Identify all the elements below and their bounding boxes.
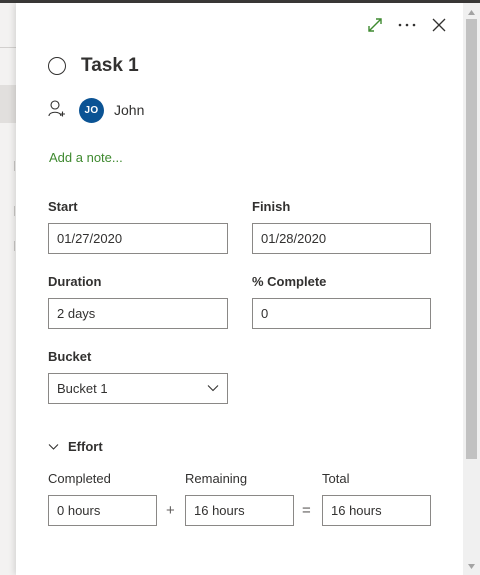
- avatar[interactable]: JO: [79, 98, 104, 123]
- start-date-value: 01/27/2020: [57, 231, 123, 246]
- remaining-hours-value: 16 hours: [194, 503, 245, 518]
- equals-sign: =: [302, 502, 311, 519]
- duration-field[interactable]: 2 days: [48, 298, 228, 329]
- finish-date-field[interactable]: 01/28/2020: [252, 223, 431, 254]
- background-selected-row: [0, 85, 16, 123]
- scroll-up-arrow-icon[interactable]: [463, 5, 480, 19]
- background-tick: [14, 241, 15, 251]
- start-label: Start: [48, 199, 78, 214]
- assignee-name: John: [114, 102, 145, 118]
- circle-check-icon[interactable]: [48, 57, 66, 75]
- task-details-panel: [16, 3, 480, 575]
- close-icon[interactable]: [430, 16, 448, 34]
- background-page: [0, 3, 16, 575]
- remaining-hours-field[interactable]: 16 hours: [185, 495, 294, 526]
- expand-icon[interactable]: [366, 16, 384, 34]
- bucket-label: Bucket: [48, 349, 92, 364]
- total-hours-field[interactable]: 16 hours: [322, 495, 431, 526]
- add-note-link[interactable]: Add a note...: [49, 150, 123, 165]
- background-tick: [14, 161, 15, 171]
- bucket-select[interactable]: Bucket 1: [48, 373, 228, 404]
- duration-label: Duration: [48, 274, 102, 289]
- finish-date-value: 01/28/2020: [261, 231, 327, 246]
- background-tick: [14, 206, 15, 216]
- background-divider: [0, 47, 16, 48]
- bucket-selected-value: Bucket 1: [57, 381, 108, 396]
- total-hours-value: 16 hours: [331, 503, 382, 518]
- more-options-icon[interactable]: [397, 16, 417, 34]
- assign-person-icon[interactable]: [48, 99, 66, 119]
- scrollbar-thumb[interactable]: [466, 19, 477, 459]
- task-title[interactable]: Task 1: [81, 55, 139, 77]
- complete-task-toggle[interactable]: [48, 54, 66, 78]
- chevron-down-icon: [48, 443, 59, 450]
- completed-hours-value: 0 hours: [57, 503, 101, 518]
- remaining-label: Remaining: [185, 471, 248, 486]
- duration-value: 2 days: [57, 306, 96, 321]
- finish-label: Finish: [252, 199, 291, 214]
- percent-complete-label: % Complete: [252, 274, 327, 289]
- percent-complete-field[interactable]: 0: [252, 298, 431, 329]
- plus-sign: +: [166, 502, 175, 519]
- percent-complete-value: 0: [261, 306, 269, 321]
- scroll-down-arrow-icon[interactable]: [463, 559, 480, 573]
- total-label: Total: [322, 471, 350, 486]
- effort-section-toggle[interactable]: Effort: [48, 439, 103, 454]
- effort-title: Effort: [68, 439, 103, 454]
- chevron-down-icon: [207, 385, 219, 392]
- start-date-field[interactable]: 01/27/2020: [48, 223, 228, 254]
- completed-label: Completed: [48, 471, 111, 486]
- completed-hours-field[interactable]: 0 hours: [48, 495, 157, 526]
- vertical-scrollbar[interactable]: [463, 3, 480, 575]
